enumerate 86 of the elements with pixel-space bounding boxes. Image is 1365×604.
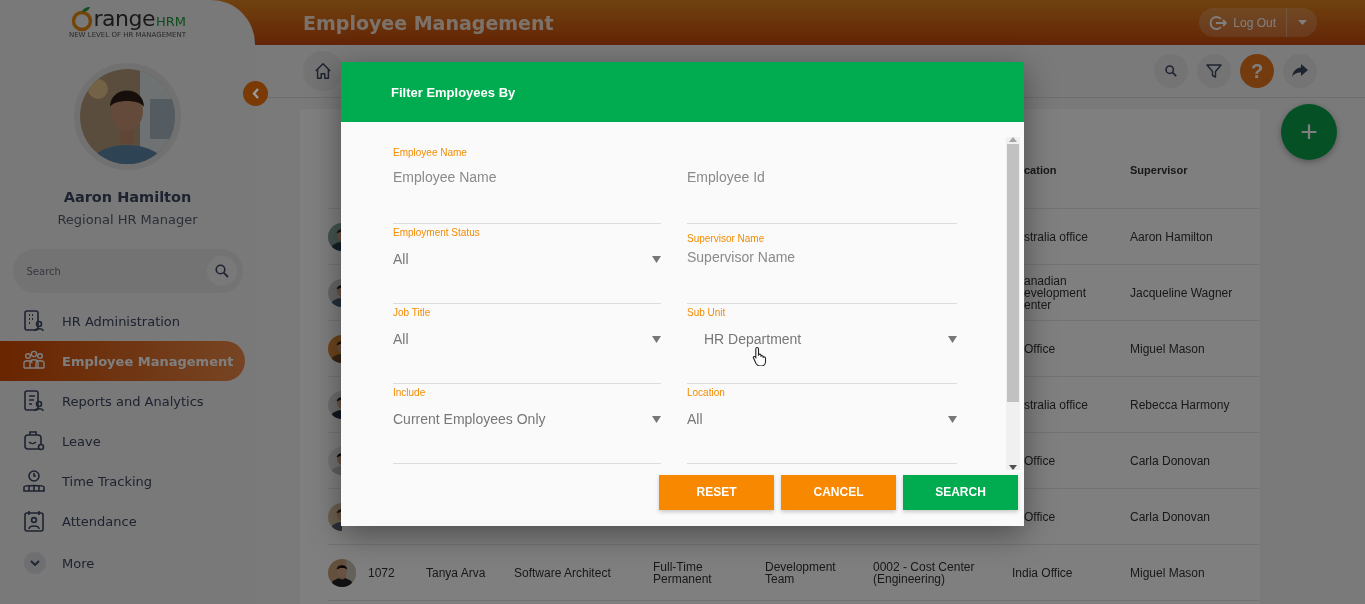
column-header: Supervisor	[1130, 163, 1189, 176]
nav-item[interactable]: HR Administration	[0, 301, 245, 341]
table-cell-text: Software Architect	[514, 566, 612, 579]
select-field[interactable]: All	[687, 409, 957, 429]
search-field[interactable]: Search	[24, 264, 207, 278]
caret-icon	[948, 415, 957, 423]
table-cell-text: Office	[1023, 454, 1057, 467]
user-role: Regional HR Manager	[57, 212, 198, 227]
table-cell-text: Tanya Arva	[426, 566, 487, 579]
chevron-down-icon	[24, 552, 46, 574]
table-cell-text: Miguel Mason	[1130, 566, 1206, 579]
caret-icon[interactable]	[1297, 20, 1307, 25]
table-cell-text: Office	[1023, 510, 1057, 523]
caret-icon	[652, 415, 661, 423]
table-cell-text: Aaron Hamilton	[1130, 230, 1214, 243]
input-field[interactable]: Employee Id	[687, 169, 957, 185]
page-title: Employee Management	[303, 11, 554, 34]
caret-icon	[652, 335, 661, 343]
chevron-left-icon	[251, 88, 260, 99]
scroll-down-icon[interactable]	[1009, 465, 1017, 470]
select-field[interactable]: All	[393, 329, 661, 349]
search-icon	[1165, 65, 1177, 77]
dialog-button[interactable]: CANCEL	[781, 474, 896, 510]
table-cell-text: Development Team	[765, 560, 837, 585]
select-field[interactable]: Current Employees Only	[393, 409, 661, 429]
table-cell-text: Miguel Mason	[1130, 342, 1206, 355]
building-person-icon	[22, 309, 46, 333]
dialog-button[interactable]: RESET	[659, 474, 774, 510]
table-cell-text: Carla Donovan	[1130, 510, 1212, 523]
add-button[interactable]: +	[1281, 104, 1337, 160]
nav-item[interactable]: Time Tracking	[0, 461, 245, 501]
field-label: Employee Name	[393, 147, 468, 160]
column-header: cation	[1023, 163, 1058, 176]
report-person-icon	[22, 389, 46, 413]
logout-button[interactable]: Log Out	[1199, 8, 1286, 37]
table-cell-text: anadian evelopment enter	[1023, 274, 1088, 311]
table-cell-text: stralia office	[1023, 398, 1089, 411]
search-icon	[214, 264, 229, 278]
table-cell-text: 1072	[368, 566, 396, 579]
table-cell-text: 0002 - Cost Center (Engineering)	[873, 560, 976, 585]
caret-icon	[652, 255, 661, 263]
table-cell-text: stralia office	[1023, 230, 1089, 243]
home-icon	[314, 62, 332, 80]
clock-icon	[22, 469, 46, 493]
input-field[interactable]: Employee Name	[393, 169, 661, 185]
nav-item[interactable]: Reports and Analytics	[0, 381, 245, 421]
field-label: Job Title	[393, 307, 432, 320]
table-cell-text: India Office	[1012, 566, 1074, 579]
logo-text: range	[93, 6, 156, 32]
search-button[interactable]	[1154, 54, 1188, 88]
field-label: Supervisor Name	[687, 233, 766, 246]
field-label: Employment Status	[393, 227, 481, 240]
field-label: Location	[687, 387, 726, 400]
user-name: Aaron Hamilton	[63, 189, 192, 205]
logo-text: HRM	[156, 13, 187, 31]
nav-item[interactable]: Employee Management	[0, 341, 245, 381]
nav-item[interactable]: Attendance	[0, 501, 245, 541]
scroll-up-icon[interactable]	[1009, 137, 1017, 142]
more-link[interactable]: More	[62, 555, 95, 571]
select-field[interactable]: HR Department	[687, 329, 957, 349]
table-cell-text: Carla Donovan	[1130, 454, 1212, 467]
calendar-person-icon	[22, 509, 46, 533]
table-cell-text: Full-Time Permanent	[653, 560, 713, 585]
collapse-button[interactable]	[243, 81, 268, 106]
input-field[interactable]: Supervisor Name	[687, 249, 957, 265]
share-arrow-icon	[1292, 64, 1308, 78]
help-button[interactable]: ?	[1240, 54, 1274, 88]
caret-icon	[948, 335, 957, 343]
briefcase-gear-icon	[22, 429, 46, 453]
field-label: Include	[393, 387, 427, 400]
field-label: Sub Unit	[687, 307, 727, 320]
hand-cursor-icon	[752, 346, 768, 366]
scrollbar[interactable]	[1006, 137, 1020, 470]
select-field[interactable]: All	[393, 249, 661, 269]
filter-icon	[1206, 63, 1222, 79]
share-button[interactable]	[1283, 54, 1317, 88]
table-cell-text: Jacqueline Wagner	[1130, 286, 1234, 299]
nav-item[interactable]: Leave	[0, 421, 245, 461]
filter-button[interactable]	[1197, 54, 1231, 88]
dialog-title: Filter Employees By	[391, 84, 516, 100]
logout-icon	[1209, 14, 1228, 31]
fruit-logo-icon	[70, 6, 93, 32]
home-button[interactable]	[303, 51, 343, 91]
table-cell-text: Rebecca Harmony	[1130, 398, 1231, 411]
search-button[interactable]: SEARCH	[903, 474, 1018, 510]
table-cell-text: Office	[1023, 342, 1057, 355]
